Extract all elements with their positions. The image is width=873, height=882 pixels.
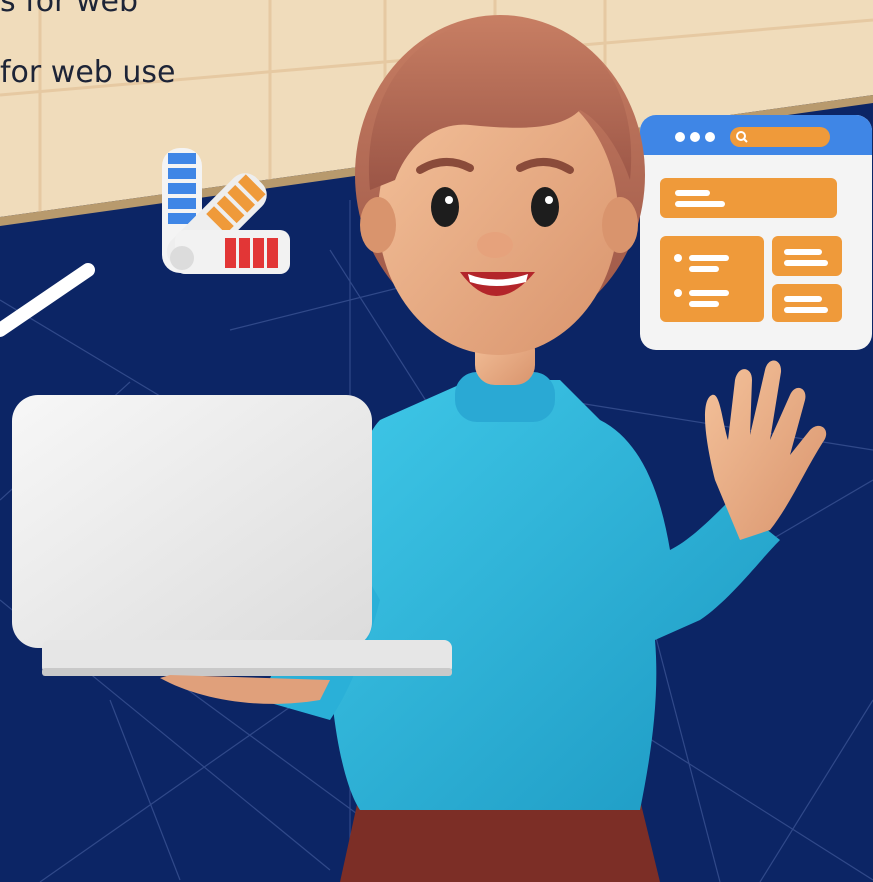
stage: s for web for web use — [0, 0, 873, 882]
window-dots-icon — [675, 132, 715, 142]
browser-window-mockup — [640, 115, 872, 350]
illustration — [0, 0, 873, 882]
caption-line-1: s for web — [0, 0, 138, 19]
caption-line-2: for web use — [0, 55, 176, 90]
